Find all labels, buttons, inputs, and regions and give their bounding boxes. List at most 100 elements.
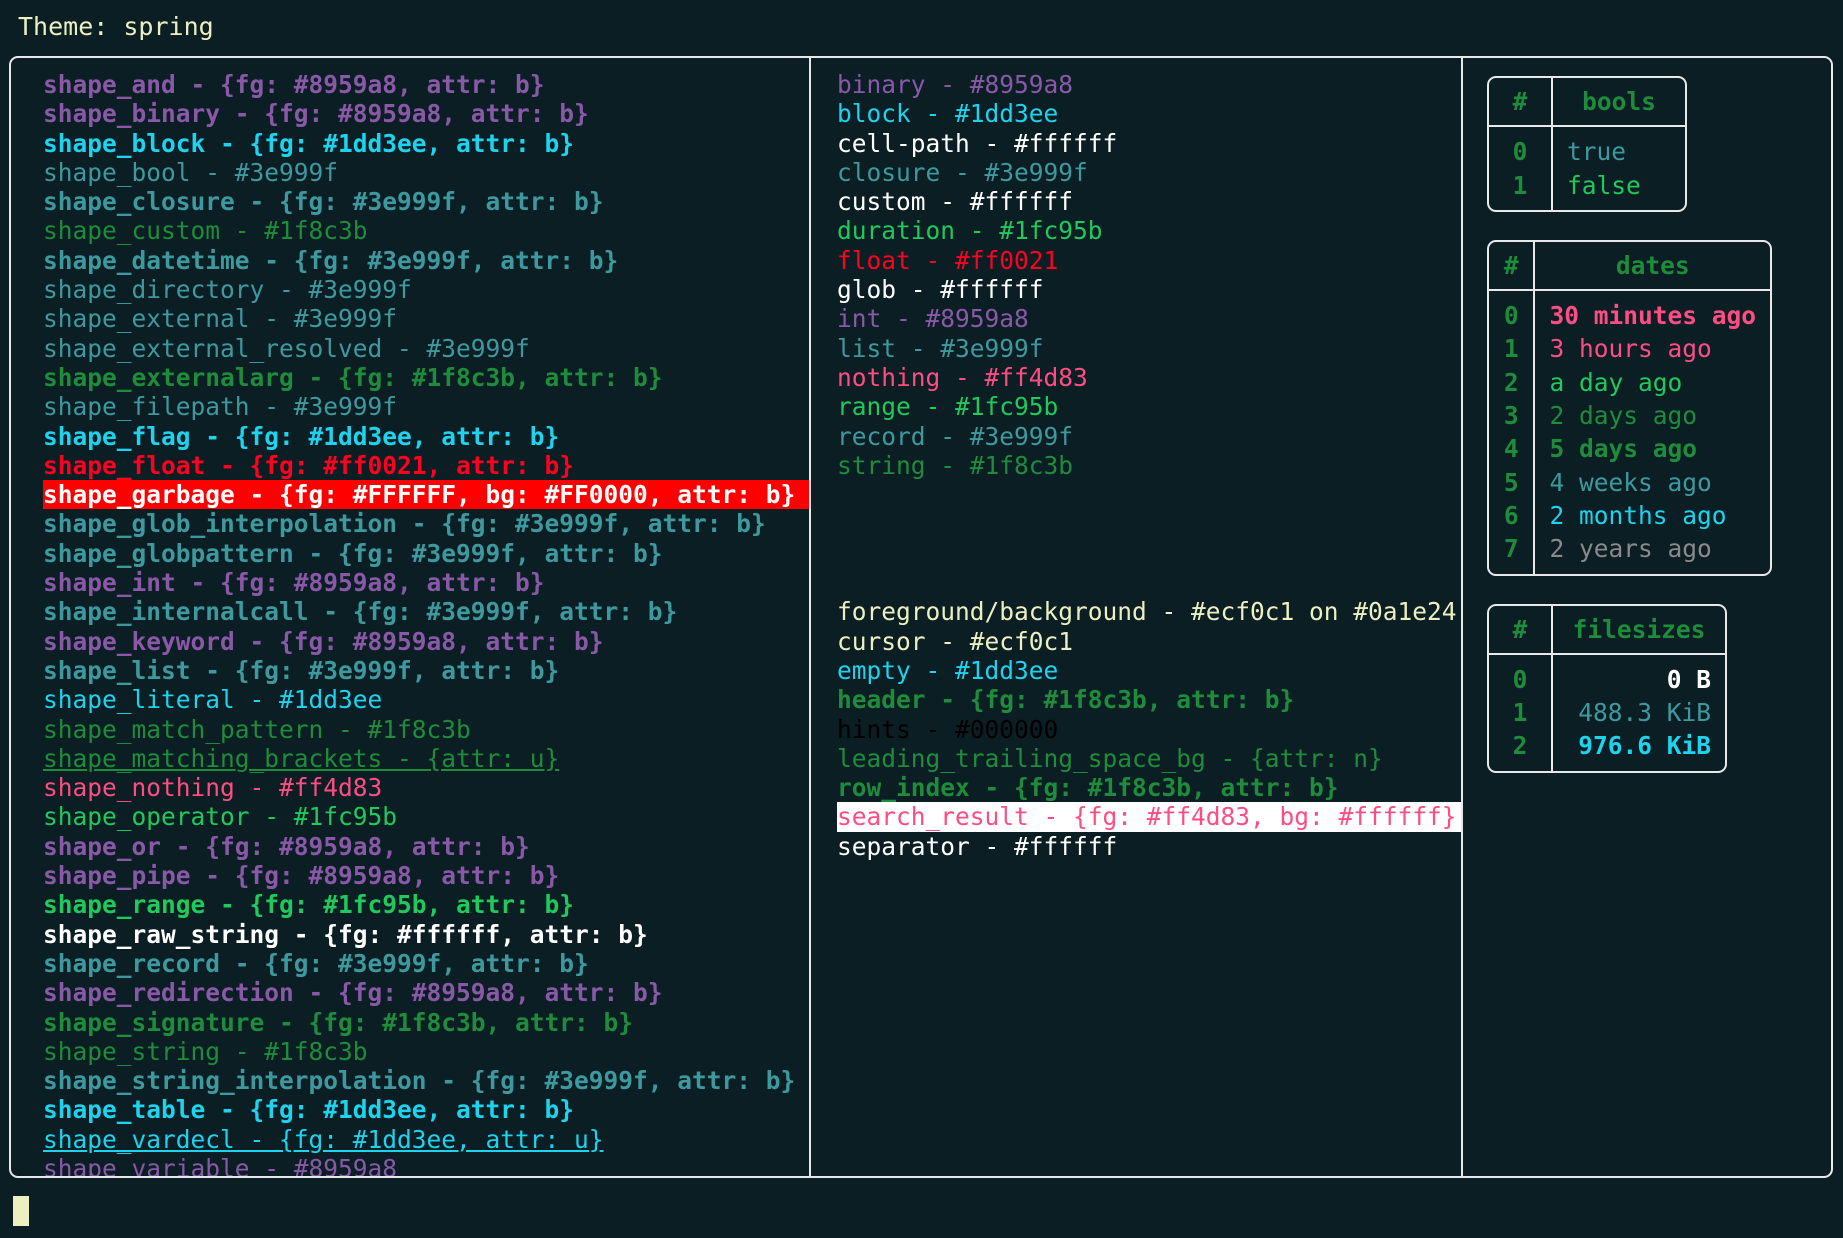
type-line: search_result - {fg: #ff4d83, bg: #fffff… [837,802,1461,832]
type-line: custom - #ffffff [837,187,1074,217]
shape-line: shape_redirection - {fg: #8959a8, attr: … [43,978,663,1008]
cell-dates: 5 days ago [1549,434,1697,464]
row-index: 3 [1489,399,1536,433]
type-line: glob - #ffffff [837,275,1044,305]
row-index: 1 [1489,168,1553,210]
type-line: binary - #8959a8 [837,70,1074,99]
table-header-row: # dates [1489,241,1770,292]
shape-line: shape_match_pattern - #1f8c3b [43,714,471,744]
row-index: 1 [1489,696,1553,730]
row-index: 1 [1489,332,1536,366]
type-line: header - {fg: #1f8c3b, attr: b} [837,685,1295,715]
shape-line: shape_block - {fg: #1dd3ee, attr: b} [43,128,575,158]
column-header-dates: dates [1535,242,1770,292]
shape-line: shape_custom - #1f8c3b [43,216,368,246]
samples-pane: # bools 0 true 1 false # dates 0 30 minutes ago 1 3… [1463,58,1831,1176]
row-index: 5 [1489,465,1536,499]
row-index: 2 [1489,729,1553,771]
shape-line: shape_bool - #3e999f [43,157,339,187]
shape-line: shape_vardecl - {fg: #1dd3ee, attr: u} [43,1124,604,1154]
table-header-row: # bools [1489,78,1685,128]
cell-bools: true [1567,137,1627,167]
table-row: 2 976.6 KiB [1489,729,1725,771]
cell-dates: 4 weeks ago [1549,467,1712,497]
shape-line: shape_glob_interpolation - {fg: #3e999f,… [43,509,766,539]
table-row: 1 488.3 KiB [1489,696,1725,730]
shape-line: shape_garbage - {fg: #FFFFFF, bg: #FF000… [43,480,809,510]
table-row: 1 3 hours ago [1489,332,1770,366]
type-spacer [837,480,1461,509]
shape-line: shape_keyword - {fg: #8959a8, attr: b} [43,626,604,656]
terminal-screen: Theme: spring shape_and - {fg: #8959a8, … [0,0,1843,1238]
type-spacer [837,539,1461,568]
column-header-index: # [1489,605,1553,655]
type-line: duration - #1fc95b [837,216,1103,246]
shape-line: shape_variable - #8959a8 [43,1153,398,1176]
table-row: 2 a day ago [1489,365,1770,400]
shape-line: shape_raw_string - {fg: #ffffff, attr: b… [43,919,648,949]
row-index: 2 [1489,365,1536,400]
sample-tables-container: # bools 0 true 1 false # dates 0 30 minutes ago 1 3… [1463,58,1831,773]
row-index: 0 [1489,291,1536,333]
page-title: Theme: spring [18,12,214,41]
table-row: 4 5 days ago [1489,432,1770,466]
theme-preview-frame: shape_and - {fg: #8959a8, attr: b} shape_… [9,56,1833,1178]
shape-line: shape_float - {fg: #ff0021, attr: b} [43,450,575,480]
table-row: 1 false [1489,168,1685,210]
type-line: hints - #000000 [837,714,1059,744]
table-bools: # bools 0 true 1 false [1487,76,1687,212]
shape-line: shape_string_interpolation - {fg: #3e999… [43,1066,796,1096]
cell-bools: false [1567,170,1641,200]
shape-line: shape_literal - #1dd3ee [43,685,383,715]
type-line: list - #3e999f [837,333,1044,363]
shape-line: shape_externalarg - {fg: #1f8c3b, attr: … [43,362,663,392]
type-line: row_index - {fg: #1f8c3b, attr: b} [837,773,1339,803]
terminal-cursor [13,1196,29,1226]
table-header-row: # filesizes [1489,605,1725,655]
cell-dates: 2 years ago [1549,534,1712,564]
table-row: 6 2 months ago [1489,498,1770,533]
type-line: separator - #ffffff [837,831,1118,861]
shape-line: shape_closure - {fg: #3e999f, attr: b} [43,187,604,217]
shape-line: shape_binary - {fg: #8959a8, attr: b} [43,99,589,129]
table-row: 0 0 B [1489,654,1725,697]
type-line: block - #1dd3ee [837,99,1059,129]
cell-dates: a day ago [1549,367,1683,397]
type-line: cursor - #ecf0c1 [837,626,1074,656]
shape-line: shape_or - {fg: #8959a8, attr: b} [43,831,530,861]
type-line: string - #1f8c3b [837,450,1074,480]
table-row: 7 2 years ago [1489,532,1770,574]
shape-line: shape_flag - {fg: #1dd3ee, attr: b} [43,421,560,451]
shape-line: shape_signature - {fg: #1f8c3b, attr: b} [43,1007,634,1037]
types-pane: binary - #8959a8 block - #1dd3ee cell-path… [811,58,1463,1176]
table-dates: # dates 0 30 minutes ago 1 3 hours ago 2 a day … [1487,239,1772,576]
shape-line: shape_directory - #3e999f [43,275,412,305]
row-index: 4 [1489,432,1536,466]
shape-line: shape_external - #3e999f [43,304,398,334]
type-line: nothing - #ff4d83 [837,362,1088,392]
type-line: leading_trailing_space_bg - {attr: n} [837,743,1383,773]
type-spacer [837,509,1461,538]
types-list: binary - #8959a8 block - #1dd3ee cell-path… [811,58,1461,861]
table-row: 5 4 weeks ago [1489,465,1770,499]
row-index: 0 [1489,127,1553,169]
type-line: closure - #3e999f [837,157,1088,187]
column-header-bools: bools [1553,78,1685,128]
cell-filesizes: 488.3 KiB [1578,698,1711,728]
cell-dates: 3 hours ago [1549,334,1712,364]
shape-line: shape_pipe - {fg: #8959a8, attr: b} [43,861,560,891]
type-line: cell-path - #ffffff [837,128,1118,158]
column-header-index: # [1489,241,1536,292]
column-header-index: # [1489,78,1553,128]
row-index: 0 [1489,654,1553,697]
shape-line: shape_datetime - {fg: #3e999f, attr: b} [43,245,619,275]
cell-dates: 2 months ago [1549,500,1727,530]
shape-line: shape_int - {fg: #8959a8, attr: b} [43,568,545,598]
shape-line: shape_nothing - #ff4d83 [43,773,383,803]
table-row: 0 true [1489,127,1685,169]
shapes-list: shape_and - {fg: #8959a8, attr: b} shape_… [11,58,809,1176]
cell-dates: 30 minutes ago [1549,301,1756,331]
row-index: 7 [1489,532,1536,574]
shape-line: shape_and - {fg: #8959a8, attr: b} [43,70,545,99]
cell-filesizes: 0 B [1666,664,1711,694]
